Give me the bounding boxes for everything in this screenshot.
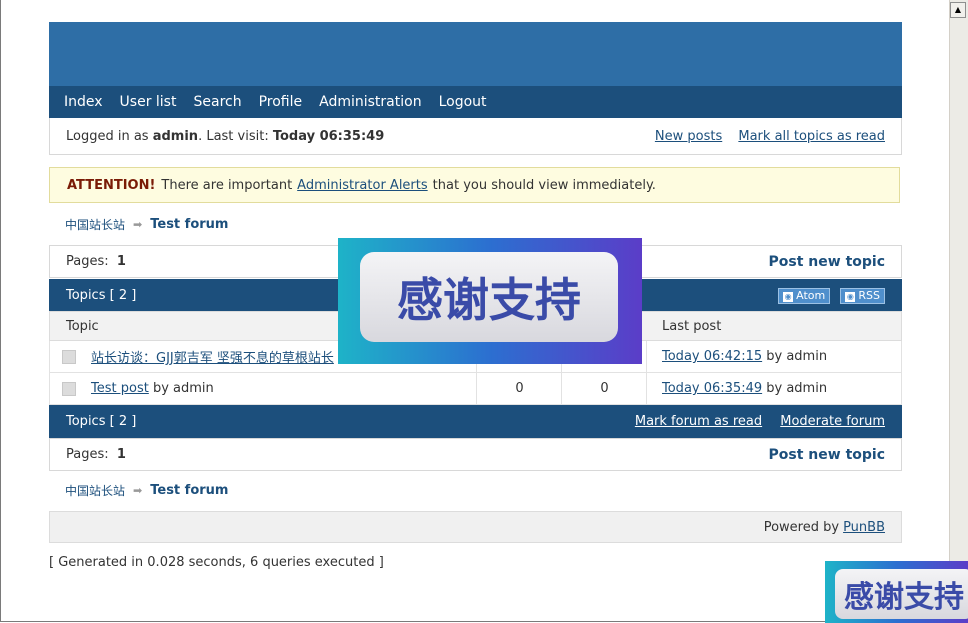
atom-feed-button[interactable]: ◉ Atom: [778, 287, 831, 304]
user-status-bar: Logged in as admin. Last visit: Today 06…: [49, 118, 902, 155]
topics-count-value: [ 2 ]: [109, 414, 137, 429]
mark-forum-read-link[interactable]: Mark forum as read: [635, 414, 762, 429]
status-links: New posts Mark all topics as read: [643, 129, 885, 144]
breadcrumb-top: 中国站长站 ➡ Test forum: [65, 216, 228, 233]
topics-count-value: [ 2 ]: [109, 288, 137, 303]
nav-logout[interactable]: Logout: [439, 94, 487, 110]
page-number[interactable]: 1: [117, 254, 126, 269]
last-post-cell: Today 06:42:15 by admin: [646, 341, 902, 372]
generation-stats: [ Generated in 0.028 seconds, 6 queries …: [49, 555, 384, 570]
scroll-up-arrow-icon[interactable]: ▲: [950, 2, 966, 18]
nav-user-list[interactable]: User list: [120, 94, 177, 110]
pagination-bottom: Pages: 1 Post new topic: [49, 438, 902, 471]
rss-label: RSS: [858, 288, 880, 302]
breadcrumb-bottom: 中国站长站 ➡ Test forum: [65, 482, 228, 499]
mark-all-read-link[interactable]: Mark all topics as read: [738, 129, 885, 144]
topics-label: Topics: [66, 288, 106, 303]
nav-profile[interactable]: Profile: [259, 94, 303, 110]
topic-status-icon: [62, 381, 76, 396]
pages-info: Pages: 1: [66, 447, 126, 462]
arrow-right-icon: ➡: [133, 484, 143, 497]
topic-cell: Test post by admin: [62, 373, 476, 404]
login-prefix: Logged in as: [66, 128, 153, 144]
topic-author: by admin: [152, 381, 214, 396]
rss-feed-button[interactable]: ◉ RSS: [840, 287, 885, 304]
topics-footer-bar: Topics [ 2 ] Mark forum as read Moderate…: [49, 405, 902, 438]
last-post-author: by admin: [766, 381, 828, 396]
powered-by-bar: Powered by PunBB: [49, 511, 902, 543]
banner-text: 感谢支持: [360, 252, 618, 342]
last-post-cell: Today 06:35:49 by admin: [646, 373, 902, 404]
alert-text-post: that you should view immediately.: [432, 177, 656, 193]
topic-status-icon: [62, 349, 76, 364]
powered-by-text: Powered by: [763, 519, 840, 535]
last-visit-time: Today 06:35:49: [272, 128, 385, 144]
feed-icon: ◉: [845, 291, 856, 302]
topic-link[interactable]: 站长访谈：GJJ郭吉军 坚强不息的草根站长: [91, 347, 334, 366]
scrollbar[interactable]: ▲: [949, 0, 968, 623]
last-visit-label: . Last visit:: [198, 128, 273, 144]
corner-banner-text: 感谢支持: [835, 569, 968, 619]
moderate-forum-link[interactable]: Moderate forum: [780, 414, 885, 429]
page-number[interactable]: 1: [117, 447, 126, 462]
post-new-topic-button[interactable]: Post new topic: [769, 254, 885, 270]
thanks-corner-ad[interactable]: 感谢支持: [825, 561, 968, 623]
nav-search[interactable]: Search: [193, 94, 241, 110]
alert-text-pre: There are important: [161, 177, 293, 193]
feed-links: ◉ Atom ◉ RSS: [772, 287, 885, 304]
table-row: Test post by admin 0 0 Today 06:35:49 by…: [49, 373, 902, 405]
feed-icon: ◉: [783, 291, 794, 302]
brand-banner: [49, 22, 902, 86]
topics-count: Topics [ 2 ]: [66, 414, 136, 429]
breadcrumb-current: Test forum: [150, 483, 229, 498]
nav-administration[interactable]: Administration: [319, 94, 421, 110]
topics-count: Topics [ 2 ]: [66, 288, 136, 303]
admin-alerts-link[interactable]: Administrator Alerts: [297, 178, 427, 193]
pages-label: Pages:: [66, 447, 109, 462]
post-new-topic-button[interactable]: Post new topic: [769, 447, 885, 463]
column-topic: Topic: [66, 319, 99, 334]
last-post-link[interactable]: Today 06:42:15: [662, 349, 762, 364]
punbb-link[interactable]: PunBB: [843, 520, 885, 535]
new-posts-link[interactable]: New posts: [655, 129, 722, 144]
admin-alert: ATTENTION! There are important Administr…: [49, 167, 900, 203]
breadcrumb-current: Test forum: [150, 217, 229, 232]
pages-label: Pages:: [66, 254, 109, 269]
replies-cell: 0: [476, 373, 562, 404]
last-post-author: by admin: [766, 349, 828, 364]
nav-index[interactable]: Index: [64, 94, 103, 110]
alert-label: ATTENTION!: [67, 177, 156, 193]
topics-label: Topics: [66, 414, 106, 429]
atom-label: Atom: [796, 288, 826, 302]
breadcrumb-home[interactable]: 中国站长站: [65, 216, 125, 233]
column-last-post: Last post: [662, 319, 722, 334]
page-header: Index User list Search Profile Administr…: [49, 22, 902, 155]
breadcrumb-home[interactable]: 中国站长站: [65, 482, 125, 499]
pages-info: Pages: 1: [66, 254, 126, 269]
topic-link[interactable]: Test post: [91, 381, 149, 396]
login-user: admin: [152, 128, 199, 144]
arrow-right-icon: ➡: [133, 218, 143, 231]
main-nav: Index User list Search Profile Administr…: [49, 86, 902, 118]
last-post-link[interactable]: Today 06:35:49: [662, 381, 762, 396]
login-info: Logged in as admin. Last visit: Today 06…: [66, 129, 384, 144]
forum-actions: Mark forum as read Moderate forum: [621, 414, 885, 429]
thanks-banner-ad[interactable]: 感谢支持: [338, 238, 642, 364]
views-cell: 0: [561, 373, 647, 404]
